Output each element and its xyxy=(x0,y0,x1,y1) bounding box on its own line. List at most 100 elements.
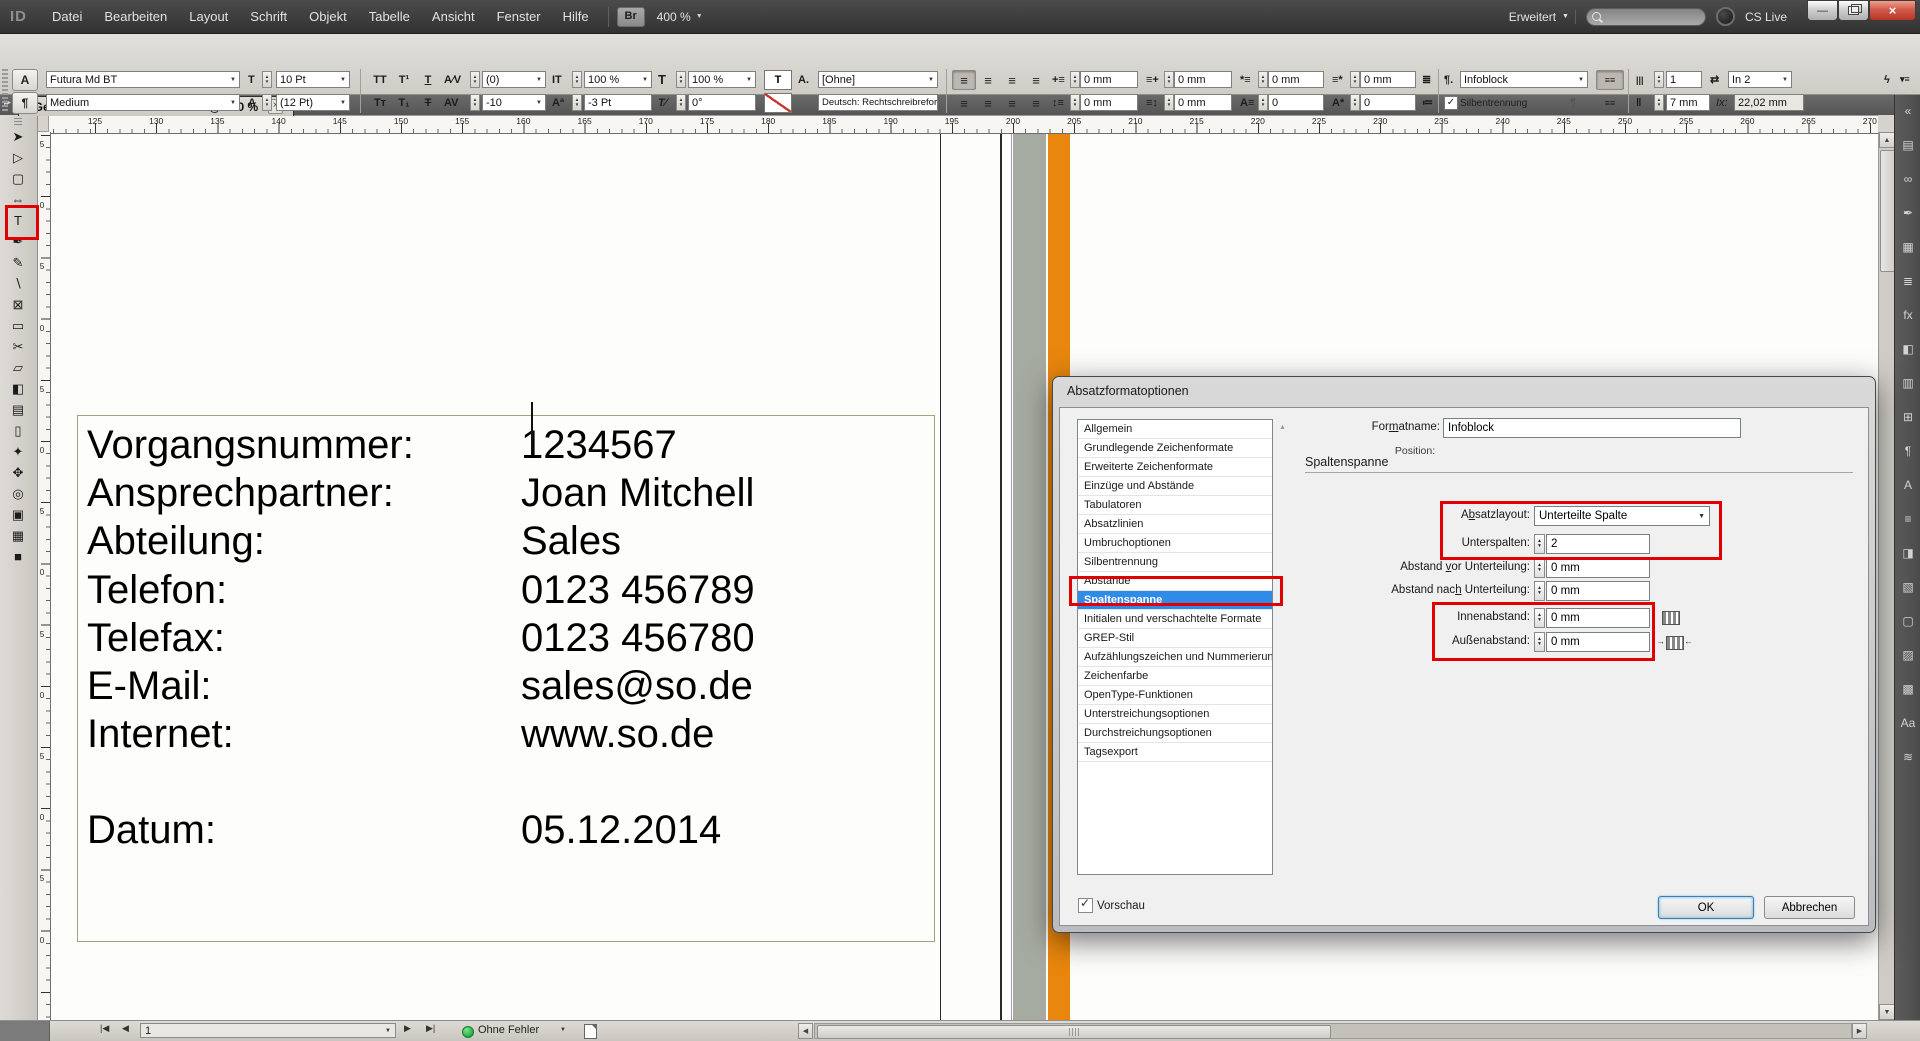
last-page-button[interactable]: ▶| xyxy=(426,1023,435,1034)
panel-icon[interactable]: ▧ xyxy=(1895,576,1920,598)
panel-icon[interactable]: A xyxy=(1895,474,1920,496)
span-columns-button[interactable]: ≡≡ xyxy=(1596,70,1624,90)
text-color-swatch[interactable]: T xyxy=(764,70,792,90)
panel-icon[interactable]: ◧ xyxy=(1895,338,1920,360)
leading-select[interactable]: (12 Pt) xyxy=(276,94,350,111)
stepper-icon[interactable] xyxy=(262,94,272,111)
panel-icon[interactable]: ≋ xyxy=(1895,746,1920,768)
close-button[interactable]: × xyxy=(1869,0,1916,21)
tool-button[interactable]: ▣ xyxy=(0,504,36,525)
justify-last-center-button[interactable]: ≡ xyxy=(976,93,1000,113)
quick-apply-icon[interactable]: ϟ xyxy=(1884,71,1890,88)
stepper-icon[interactable] xyxy=(1654,71,1664,88)
ruler-corner[interactable] xyxy=(37,115,49,132)
stepper-icon[interactable] xyxy=(1258,71,1268,88)
underline-button[interactable]: T xyxy=(416,70,440,90)
restore-button[interactable] xyxy=(1838,0,1869,21)
vertical-scale-select[interactable]: 100 % xyxy=(584,71,652,88)
tool-button[interactable]: ▢ xyxy=(0,168,36,189)
panel-icon[interactable]: « xyxy=(1895,100,1920,122)
first-line-indent-field[interactable]: 0 mm xyxy=(1268,71,1324,88)
stepper-icon[interactable] xyxy=(470,94,480,111)
stepper-icon[interactable] xyxy=(1350,94,1360,111)
menu-item[interactable]: Ansicht xyxy=(421,0,486,33)
ok-button[interactable]: OK xyxy=(1658,896,1754,919)
dialog-title[interactable]: Absatzformatoptionen xyxy=(1053,377,1875,407)
panel-icon[interactable]: ≣ xyxy=(1895,270,1920,292)
panel-icon[interactable]: Aa xyxy=(1895,712,1920,734)
subscript-button[interactable]: T₁ xyxy=(392,93,416,113)
vertical-ruler[interactable]: 50505050505050 xyxy=(37,132,51,1020)
tool-button[interactable]: ▷ xyxy=(0,147,36,168)
font-style-select[interactable]: Medium xyxy=(46,94,240,111)
justify-all-button[interactable]: ≡ xyxy=(1024,93,1048,113)
dialog-section-item[interactable]: Einzüge und Abstände xyxy=(1078,477,1272,496)
chevron-down-icon[interactable]: ▼ xyxy=(560,1027,566,1033)
justify-button[interactable]: ≡ xyxy=(1024,70,1048,90)
scroll-down-icon[interactable]: ▼ xyxy=(1879,1004,1895,1020)
next-page-button[interactable]: ▶ xyxy=(404,1023,411,1034)
panel-icon[interactable]: ▥ xyxy=(1895,372,1920,394)
justify-last-right-button[interactable]: ≡ xyxy=(1000,93,1024,113)
minimize-button[interactable]: — xyxy=(1807,0,1838,21)
stepper-icon[interactable] xyxy=(676,94,686,111)
align-left-button[interactable]: ≡ xyxy=(952,70,976,90)
menu-item[interactable]: Hilfe xyxy=(552,0,600,33)
stepper-icon[interactable] xyxy=(1258,94,1268,111)
small-caps-button[interactable]: Tᴛ xyxy=(368,93,392,113)
tool-button[interactable]: ▤ xyxy=(0,399,36,420)
space-after-field[interactable]: 0 mm xyxy=(1174,94,1232,111)
align-center-button[interactable]: ≡ xyxy=(976,70,1000,90)
menu-item[interactable]: Schrift xyxy=(239,0,298,33)
kerning-select[interactable]: (0) xyxy=(482,71,546,88)
tool-button[interactable]: ➤ xyxy=(0,126,36,147)
all-caps-button[interactable]: TT xyxy=(368,70,392,90)
hyphenation-checkbox[interactable] xyxy=(1444,96,1458,110)
menu-item[interactable]: Fenster xyxy=(486,0,552,33)
justify-last-left-button[interactable]: ≡ xyxy=(952,93,976,113)
stepper-icon[interactable] xyxy=(1534,581,1545,601)
columns-field[interactable]: 1 xyxy=(1666,71,1702,88)
dialog-section-item[interactable]: Grundlegende Zeichenformate xyxy=(1078,439,1272,458)
bridge-button[interactable]: Br xyxy=(617,7,645,27)
vertical-scrollbar[interactable]: ▲ ▼ xyxy=(1878,132,1895,1020)
tool-button[interactable]: ◎ xyxy=(0,483,36,504)
menu-item[interactable]: Layout xyxy=(178,0,239,33)
tool-button[interactable]: ✦ xyxy=(0,441,36,462)
left-indent-field[interactable]: 0 mm xyxy=(1080,71,1138,88)
panel-icon[interactable]: ¶ xyxy=(1895,440,1920,462)
panel-icon[interactable]: ▤ xyxy=(1895,134,1920,156)
tool-button[interactable]: ▦ xyxy=(0,525,36,546)
superscript-button[interactable]: T¹ xyxy=(392,70,416,90)
panel-icon[interactable]: ▦ xyxy=(1895,236,1920,258)
cs-live-label[interactable]: CS Live xyxy=(1745,10,1787,24)
scrollbar-thumb[interactable] xyxy=(817,1025,1331,1039)
horizontal-scrollbar[interactable] xyxy=(814,1023,1852,1039)
panel-icon[interactable]: ▩ xyxy=(1895,678,1920,700)
stepper-icon[interactable] xyxy=(262,71,272,88)
dialog-section-item[interactable]: Zeichenfarbe xyxy=(1078,667,1272,686)
span-select[interactable]: In 2 xyxy=(1728,71,1792,88)
align-right-button[interactable]: ≡ xyxy=(1000,70,1024,90)
right-indent-field[interactable]: 0 mm xyxy=(1174,71,1232,88)
scroll-up-icon[interactable]: ▲ xyxy=(1879,132,1895,148)
composer-icon[interactable]: ¶ xyxy=(1570,94,1576,111)
infoblock-text-frame[interactable]: Vorgangsnummer: 1234567 Ansprechpartner:… xyxy=(77,415,935,942)
cancel-button[interactable]: Abbrechen xyxy=(1764,896,1855,919)
bullet-list-icon[interactable]: ≣ xyxy=(1422,71,1431,88)
panel-icon[interactable]: ⊞ xyxy=(1895,406,1920,428)
split-columns-button[interactable]: ≡≡ xyxy=(1596,93,1624,113)
scroll-right-icon[interactable]: ▶ xyxy=(1852,1023,1867,1039)
previous-page-button[interactable]: ◀ xyxy=(122,1023,129,1034)
stepper-icon[interactable] xyxy=(1350,71,1360,88)
tool-button[interactable]: ⊠ xyxy=(0,294,36,315)
stepper-icon[interactable] xyxy=(1164,71,1174,88)
stepper-icon[interactable] xyxy=(572,71,582,88)
zoom-level-select[interactable]: 400 %▼ xyxy=(657,10,703,24)
space-after-split-field[interactable]: 0 mm xyxy=(1546,581,1650,601)
stepper-icon[interactable] xyxy=(1654,94,1664,111)
dialog-section-item[interactable]: Aufzählungszeichen und Nummerierung xyxy=(1078,648,1272,667)
panel-icon[interactable]: ∞ xyxy=(1895,168,1920,190)
space-before-field[interactable]: 0 mm xyxy=(1080,94,1138,111)
tool-button[interactable]: ▯ xyxy=(0,420,36,441)
